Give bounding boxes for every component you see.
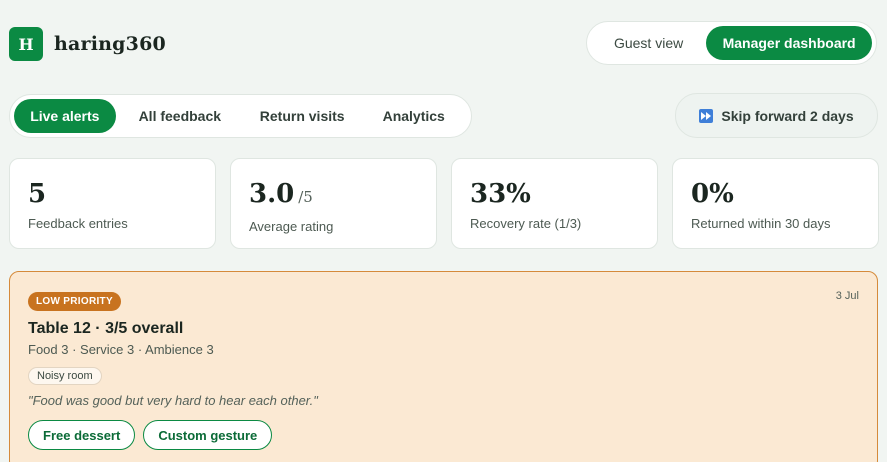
stat-value: 33%	[470, 179, 531, 209]
stat-suffix: /5	[298, 188, 313, 206]
recovery-actions: Free dessert Custom gesture	[28, 420, 859, 450]
stat-label: Returned within 30 days	[691, 216, 831, 231]
free-dessert-button[interactable]: Free dessert	[28, 420, 136, 450]
skip-forward-label: Skip forward 2 days	[721, 107, 854, 124]
fast-forward-icon	[699, 108, 714, 123]
alert-card: LOW PRIORITY 3 Jul Table 12 · 3/5 overal…	[9, 271, 878, 462]
manager-dashboard-button[interactable]: Manager dashboard	[706, 26, 872, 60]
stat-value: 3.0	[249, 179, 295, 209]
stat-label: Feedback entries	[28, 216, 128, 231]
issue-tag: Noisy room	[28, 367, 102, 385]
brand-name: haring360	[54, 33, 166, 55]
logo: H	[9, 27, 43, 61]
tab-return-visits[interactable]: Return visits	[244, 99, 360, 133]
view-toggle: Guest view Manager dashboard	[586, 21, 877, 65]
stats-row: 5 Feedback entries 3.0/5 Average rating …	[9, 158, 879, 249]
guest-view-button[interactable]: Guest view	[591, 26, 706, 60]
skip-forward-button[interactable]: Skip forward 2 days	[675, 93, 878, 138]
brand: H haring360	[9, 27, 166, 61]
stat-label: Recovery rate (1/3)	[470, 216, 582, 231]
stat-value: 0%	[691, 179, 734, 209]
stat-card-feedback-entries: 5 Feedback entries	[9, 158, 216, 249]
alert-title: Table 12 · 3/5 overall	[28, 320, 184, 337]
stat-card-recovery-rate: 33% Recovery rate (1/3)	[451, 158, 658, 249]
feedback-quote: "Food was good but very hard to hear eac…	[28, 393, 318, 408]
alert-subtitle: Food 3 · Service 3 · Ambience 3	[28, 342, 214, 357]
tab-bar: Live alerts All feedback Return visits A…	[9, 94, 472, 138]
tab-live-alerts[interactable]: Live alerts	[14, 99, 116, 133]
stat-label: Average rating	[249, 219, 334, 234]
manager-dashboard: H haring360 Guest view Manager dashboard…	[0, 0, 887, 462]
priority-badge: LOW PRIORITY	[28, 292, 121, 311]
tab-analytics[interactable]: Analytics	[360, 99, 467, 133]
stat-value: 5	[28, 179, 47, 209]
alert-date: 3 Jul	[835, 290, 859, 302]
stat-card-returned: 0% Returned within 30 days	[672, 158, 879, 249]
stat-card-average-rating: 3.0/5 Average rating	[230, 158, 437, 249]
tab-all-feedback[interactable]: All feedback	[116, 99, 244, 133]
custom-gesture-button[interactable]: Custom gesture	[143, 420, 273, 450]
